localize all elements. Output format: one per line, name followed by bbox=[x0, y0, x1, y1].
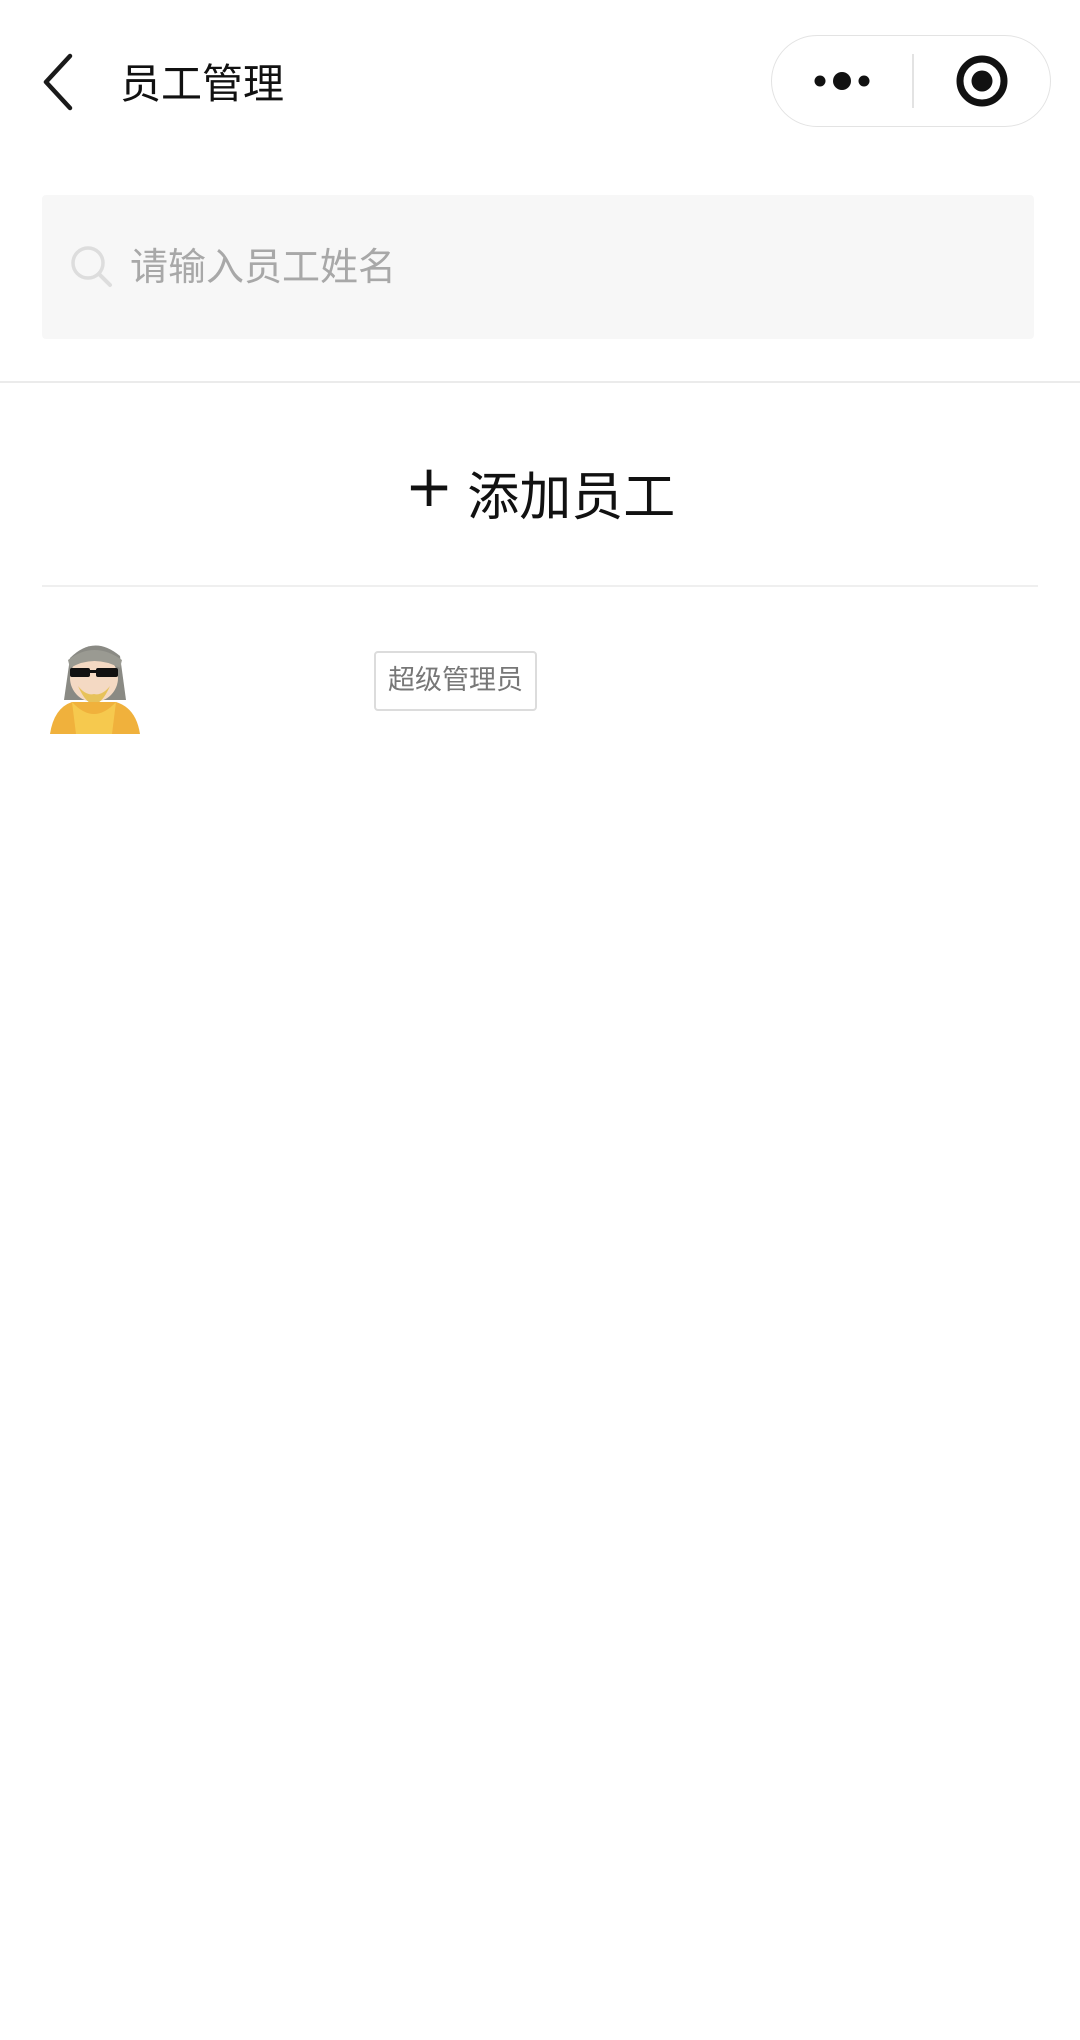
chevron-left-icon bbox=[43, 53, 73, 111]
page-title: 员工管理 bbox=[120, 60, 284, 108]
search-box bbox=[42, 195, 1034, 339]
search-input[interactable] bbox=[126, 231, 1010, 303]
close-miniprogram-button[interactable] bbox=[913, 36, 1050, 125]
target-circle-icon bbox=[956, 55, 1007, 106]
add-employee-label: 添加员工 bbox=[467, 467, 676, 528]
more-dots-icon bbox=[814, 71, 870, 90]
mini-program-capsule bbox=[771, 35, 1051, 127]
employee-management-page: 员工管理 + bbox=[0, 0, 1080, 2040]
cartoon-avatar-icon bbox=[50, 645, 140, 734]
back-button[interactable] bbox=[28, 46, 92, 118]
search-icon bbox=[71, 246, 112, 287]
employee-list-item[interactable]: 超级管理员 bbox=[42, 630, 1038, 734]
more-button[interactable] bbox=[772, 36, 912, 125]
list-divider bbox=[42, 585, 1038, 587]
avatar bbox=[42, 630, 146, 734]
add-employee-button[interactable]: + 添加员工 bbox=[42, 440, 1038, 544]
section-divider bbox=[0, 381, 1080, 383]
nav-bar: 员工管理 bbox=[0, 0, 1080, 164]
role-badge: 超级管理员 bbox=[374, 651, 537, 711]
plus-icon: + bbox=[404, 452, 454, 520]
